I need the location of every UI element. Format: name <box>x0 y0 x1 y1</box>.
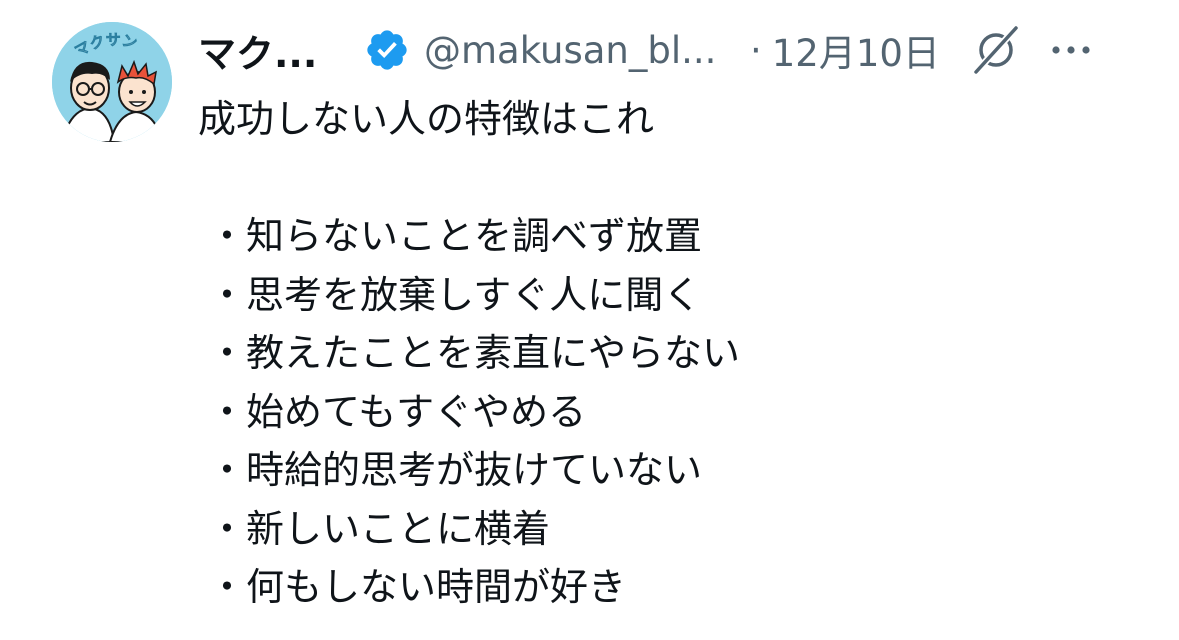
display-name[interactable]: マク... <box>198 23 346 78</box>
cartoon-avatar-image: マクサン <box>52 22 172 142</box>
tweet-date[interactable]: 12月10日 <box>772 23 940 77</box>
tweet-bullet: ・始めてもすぐやめる <box>208 389 587 434</box>
avatar[interactable]: マクサン <box>52 22 172 142</box>
tweet-title: 成功しない人の特徴はこれ <box>198 97 655 141</box>
tweet-bullet: ・新しいことに横着 <box>208 506 551 551</box>
tweet-bullet: ・何もしない時間が好き <box>208 565 627 609</box>
user-handle[interactable]: @makusan_bl... <box>424 29 744 72</box>
tweet-bullet: ・時給的思考が抜けていない <box>208 448 703 492</box>
tweet-bullet: ・教えたことを素直にやらない <box>208 331 741 375</box>
grok-icon[interactable] <box>968 22 1024 78</box>
more-options-icon[interactable] <box>1050 40 1092 60</box>
tweet-bullet: ・思考を放棄しすぐ人に聞く <box>208 272 702 317</box>
separator-dot: · <box>750 28 762 72</box>
tweet-header: マク... @makusan_bl... · 12月10日 <box>198 22 1158 78</box>
verified-badge-icon <box>364 27 410 73</box>
tweet-bullet: ・知らないことを調べず放置 <box>208 214 703 258</box>
tweet-body: 成功しない人の特徴はこれ ・知らないことを調べず放置 ・思考を放棄しすぐ人に聞く… <box>198 90 1158 617</box>
